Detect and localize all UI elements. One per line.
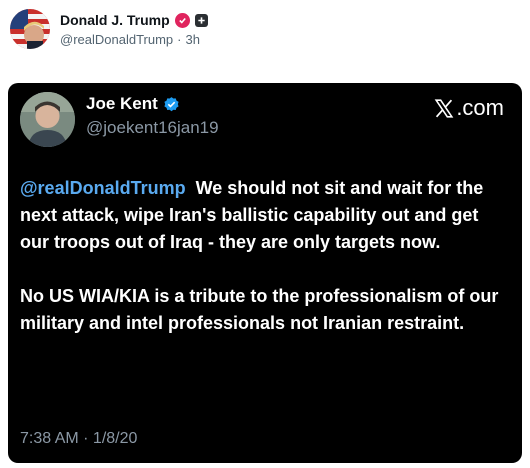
embed-avatar[interactable] bbox=[20, 92, 75, 147]
x-logo-icon bbox=[434, 98, 454, 118]
x-brand: .com bbox=[433, 95, 504, 121]
flag-avatar-icon bbox=[10, 9, 50, 49]
author-name-row: Donald J. Trump bbox=[60, 10, 208, 30]
embed-name-row: Joe Kent bbox=[86, 94, 180, 114]
person-avatar-icon bbox=[20, 92, 75, 147]
verified-badge-blue-icon bbox=[164, 96, 179, 111]
post-header: Donald J. Trump @realDonaldTrump · 3h bbox=[10, 8, 520, 52]
brand-text: .com bbox=[456, 95, 504, 120]
embedded-tweet-card[interactable]: Joe Kent @joekent16jan19 .com @realDonal… bbox=[8, 83, 522, 463]
post-time[interactable]: 3h bbox=[186, 32, 200, 47]
tweet-paragraph-2: No US WIA/KIA is a tribute to the profes… bbox=[20, 286, 499, 333]
author-meta: @realDonaldTrump · 3h bbox=[60, 32, 200, 47]
embed-author-handle[interactable]: @joekent16jan19 bbox=[86, 118, 219, 138]
meta-separator: · bbox=[177, 32, 182, 47]
author-name[interactable]: Donald J. Trump bbox=[60, 12, 170, 28]
embed-author-name[interactable]: Joe Kent bbox=[86, 94, 158, 114]
mention-link[interactable]: @realDonaldTrump bbox=[20, 178, 186, 198]
embed-timestamp[interactable]: 7:38 AM · 1/8/20 bbox=[20, 430, 137, 448]
author-avatar[interactable] bbox=[10, 9, 50, 49]
verified-badge-red-icon bbox=[174, 12, 190, 28]
embed-tweet-text: @realDonaldTrump We should not sit and w… bbox=[20, 175, 512, 364]
author-handle[interactable]: @realDonaldTrump bbox=[60, 32, 173, 47]
tweet-paragraph-1: @realDonaldTrump We should not sit and w… bbox=[20, 175, 512, 256]
plus-badge-icon bbox=[194, 13, 208, 27]
